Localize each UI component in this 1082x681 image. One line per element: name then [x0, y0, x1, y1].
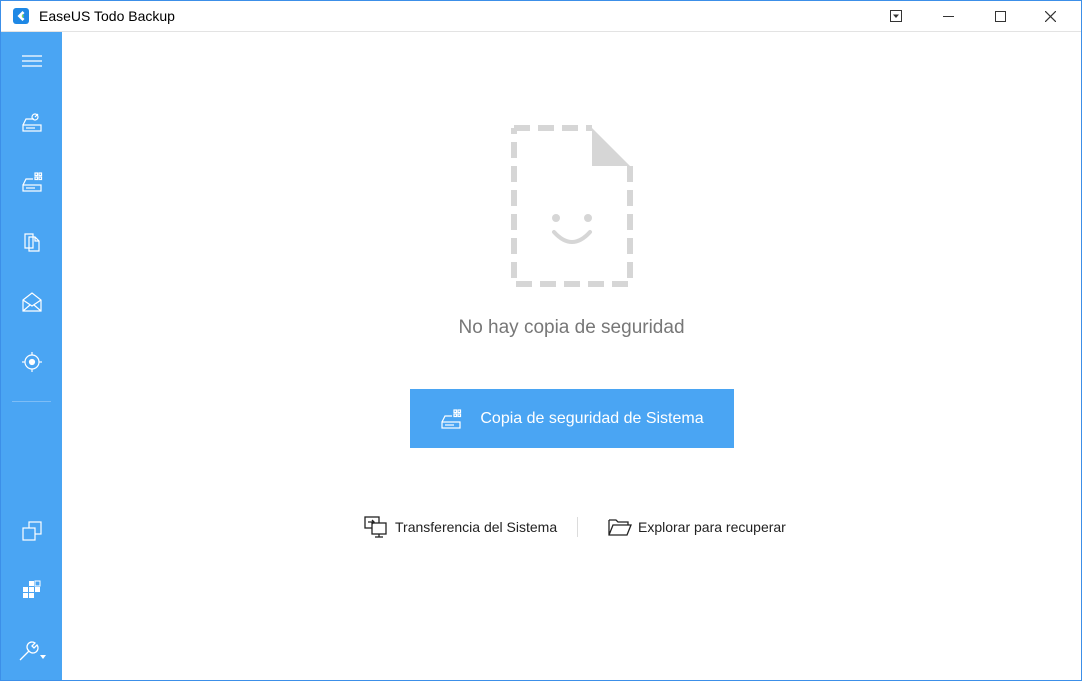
- folder-icon: [608, 516, 632, 538]
- sidebar-item-windows-tools[interactable]: [1, 567, 62, 611]
- app-logo-icon: [13, 8, 29, 24]
- sidebar: [1, 32, 62, 680]
- close-button[interactable]: [1027, 1, 1073, 31]
- links-divider: [577, 517, 578, 537]
- menu-icon: [21, 55, 42, 67]
- file-backup-icon: [23, 233, 40, 252]
- minimize-icon: [942, 15, 954, 17]
- dropdown-menu-button[interactable]: [873, 1, 919, 31]
- mail-backup-icon: [21, 292, 42, 312]
- sidebar-item-smart-backup[interactable]: [1, 340, 62, 384]
- sidebar-item-file-backup[interactable]: [1, 220, 62, 264]
- sidebar-item-disk-backup[interactable]: [1, 100, 62, 144]
- sidebar-item-clone[interactable]: [1, 509, 62, 553]
- wrench-icon: [19, 641, 46, 661]
- sidebar-divider: [12, 401, 51, 402]
- app-window: EaseUS Todo Backup No hay copia de segur…: [0, 0, 1082, 681]
- minimize-button[interactable]: [925, 1, 971, 31]
- system-backup-button-label: Copia de seguridad de Sistema: [480, 409, 704, 427]
- system-transfer-icon: [363, 515, 389, 539]
- system-backup-button[interactable]: Copia de seguridad de Sistema: [410, 389, 734, 448]
- sidebar-item-mail-backup[interactable]: [1, 280, 62, 324]
- clone-icon: [21, 521, 42, 541]
- title-bar: EaseUS Todo Backup: [1, 1, 1081, 32]
- sidebar-menu-toggle[interactable]: [1, 39, 62, 83]
- windows-grid-icon: [22, 580, 40, 598]
- main-content: No hay copia de seguridad Copia de segur…: [62, 32, 1081, 680]
- system-transfer-link[interactable]: Transferencia del Sistema: [363, 515, 557, 539]
- system-transfer-label: Transferencia del Sistema: [395, 519, 558, 535]
- dropdown-box-icon: [890, 10, 902, 22]
- browse-recover-label: Explorar para recuperar: [638, 519, 786, 535]
- empty-document-icon: [511, 125, 633, 287]
- system-backup-icon: [21, 172, 42, 192]
- sidebar-item-tools[interactable]: [1, 629, 62, 673]
- browse-recover-link[interactable]: Explorar para recuperar: [608, 515, 786, 539]
- disk-backup-icon: [21, 113, 42, 132]
- close-icon: [1044, 10, 1056, 22]
- empty-state-message: No hay copia de seguridad: [458, 317, 685, 338]
- sidebar-item-system-backup[interactable]: [1, 160, 62, 204]
- target-icon: [21, 352, 42, 372]
- system-backup-icon: [440, 408, 462, 430]
- maximize-button[interactable]: [977, 1, 1023, 31]
- window-title: EaseUS Todo Backup: [39, 8, 175, 24]
- maximize-icon: [994, 10, 1006, 22]
